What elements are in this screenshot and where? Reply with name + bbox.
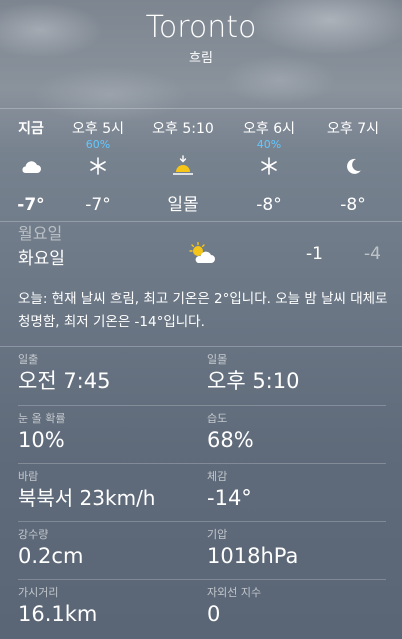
hour-label: 오후 7시 bbox=[327, 121, 379, 137]
divider bbox=[18, 463, 386, 464]
detail-value: 오후 5:10 bbox=[207, 369, 300, 393]
divider bbox=[0, 346, 402, 347]
humidity-detail: 습도 68% bbox=[207, 412, 387, 454]
detail-value: 북북서 23km/h bbox=[18, 486, 156, 510]
detail-label: 가시거리 bbox=[18, 586, 59, 599]
today-summary: 오늘: 현재 날씨 흐림, 최고 기온은 2°입니다. 오늘 밤 날씨 대체로 … bbox=[18, 291, 388, 330]
detail-value: 10% bbox=[18, 428, 65, 452]
detail-label: 강수량 bbox=[18, 528, 49, 541]
hourly-item-6pm: 오후 6시 40% -8° bbox=[229, 109, 309, 217]
detail-value: 0 bbox=[207, 602, 221, 626]
detail-label: 일출 bbox=[18, 353, 39, 366]
current-condition: 흐림 bbox=[189, 51, 213, 66]
precip-chance bbox=[313, 139, 393, 151]
hour-label: 오후 5시 bbox=[72, 121, 124, 137]
sunset-icon bbox=[143, 151, 223, 181]
day-name: 화요일 bbox=[18, 249, 65, 269]
divider bbox=[18, 521, 386, 522]
detail-label: 일몰 bbox=[207, 353, 228, 366]
detail-value: 68% bbox=[207, 428, 254, 452]
location-header: Toronto 흐림 bbox=[0, 8, 402, 68]
daily-forecast-row[interactable]: 월요일 화요일 -1 -4 bbox=[0, 224, 402, 276]
detail-value: 1018hPa bbox=[207, 544, 299, 568]
wind-detail: 바람 북북서 23km/h bbox=[18, 470, 207, 512]
detail-value: -14° bbox=[207, 486, 252, 510]
detail-label: 눈 올 확률 bbox=[18, 412, 66, 425]
hourly-forecast[interactable]: 지금 -7° 오후 5시 60% -7° 오후 5:10 일몰 오후 6시 40… bbox=[0, 108, 402, 222]
moon-icon bbox=[313, 151, 393, 181]
detail-label: 바람 bbox=[18, 470, 39, 483]
snowflake-icon bbox=[58, 151, 138, 181]
pressure-detail: 기압 1018hPa bbox=[207, 528, 387, 570]
feels-like-detail: 체감 -14° bbox=[207, 470, 387, 512]
detail-value: 0.2cm bbox=[18, 544, 84, 568]
detail-value: 오전 7:45 bbox=[18, 369, 111, 393]
visibility-detail: 가시거리 16.1km bbox=[18, 586, 198, 628]
divider bbox=[18, 405, 386, 406]
hour-label: 오후 5:10 bbox=[152, 121, 214, 137]
day-high: -1 bbox=[306, 244, 323, 264]
detail-label: 체감 bbox=[207, 470, 228, 483]
divider bbox=[18, 579, 386, 580]
detail-label: 자외선 지수 bbox=[207, 586, 262, 599]
precipitation-detail: 강수량 0.2cm bbox=[18, 528, 198, 570]
hour-temp: -8° bbox=[340, 195, 366, 215]
hour-temp: -8° bbox=[256, 195, 282, 215]
detail-label: 습도 bbox=[207, 412, 228, 425]
sunrise-detail: 일출 오전 7:45 bbox=[18, 353, 198, 395]
hour-temp: -7° bbox=[85, 195, 111, 215]
hourly-item-sunset: 오후 5:10 일몰 bbox=[143, 109, 223, 217]
sunset-detail: 일몰 오후 5:10 bbox=[207, 353, 387, 395]
city-name: Toronto bbox=[145, 10, 257, 45]
snow-chance-detail: 눈 올 확률 10% bbox=[18, 412, 198, 454]
hour-label: 오후 6시 bbox=[243, 121, 295, 137]
precip-chance: 60% bbox=[85, 138, 111, 151]
snowflake-icon bbox=[229, 151, 309, 181]
detail-label: 기압 bbox=[207, 528, 228, 541]
hour-temp: 일몰 bbox=[167, 195, 199, 215]
precip-chance bbox=[143, 139, 223, 151]
sun-cloud-icon bbox=[188, 241, 216, 268]
day-low: -4 bbox=[364, 244, 381, 264]
uv-index-detail: 자외선 지수 0 bbox=[207, 586, 387, 628]
hourly-item-7pm: 오후 7시 -8° bbox=[313, 109, 393, 217]
hourly-item-5pm: 오후 5시 60% -7° bbox=[58, 109, 138, 217]
precip-chance: 40% bbox=[256, 138, 282, 151]
daily-partial-label: 월요일 bbox=[18, 224, 63, 243]
detail-value: 16.1km bbox=[18, 602, 98, 626]
